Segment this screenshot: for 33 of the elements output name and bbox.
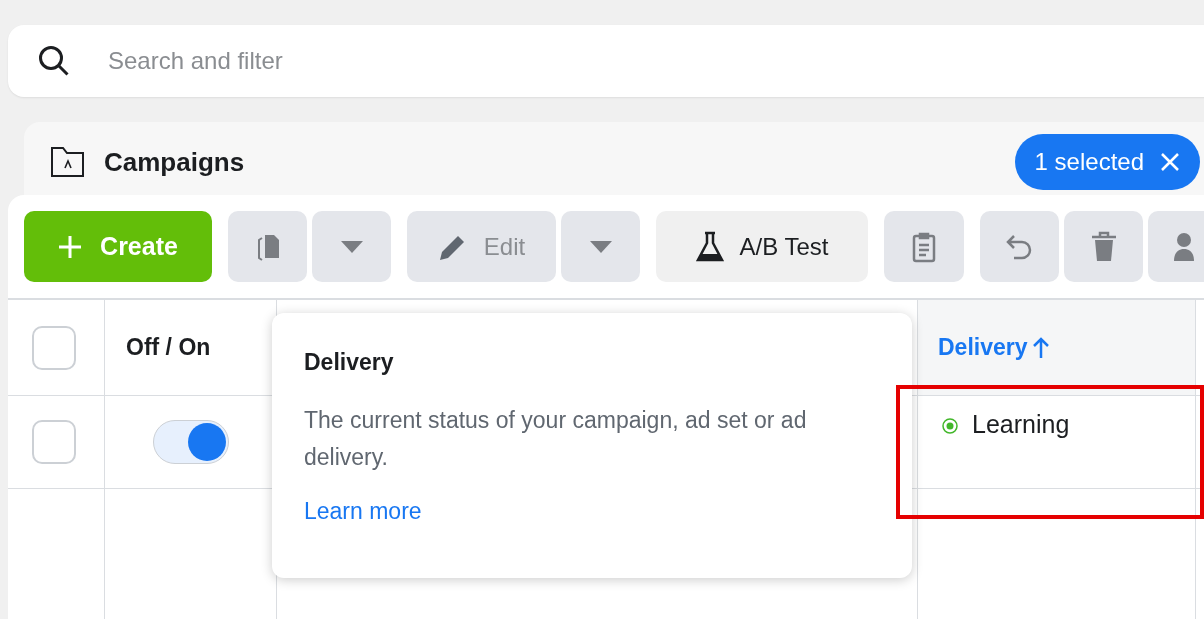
search-field[interactable]: Search and filter	[106, 46, 710, 76]
share-button[interactable]	[1148, 211, 1204, 282]
tooltip-text: The current status of your campaign, ad set or ad delivery.	[304, 406, 808, 472]
duplicate-button[interactable]	[228, 211, 307, 282]
dropdown-button[interactable]	[312, 211, 391, 282]
toggle-switch[interactable]	[153, 420, 229, 464]
create-button[interactable]: Create	[24, 211, 212, 282]
undo-icon	[1005, 233, 1034, 260]
flask-icon	[695, 230, 724, 263]
documents-icon	[255, 232, 280, 261]
status-dot-icon	[942, 418, 958, 434]
close-icon	[1160, 152, 1180, 172]
folder-icon	[50, 146, 86, 178]
panel-title: Campaigns	[104, 146, 245, 178]
caret-icon	[340, 240, 363, 253]
undo-button[interactable]	[980, 211, 1059, 282]
learn-more-link[interactable]: Learn more	[304, 498, 422, 525]
dropdown-button[interactable]	[561, 211, 640, 282]
tooltip-title: Delivery	[304, 349, 395, 376]
clipboard-icon	[912, 230, 936, 263]
delete-button[interactable]	[1064, 211, 1143, 282]
column-header[interactable]: Delivery	[938, 334, 1050, 361]
selection-chip[interactable]: 1 selected	[1014, 134, 1200, 190]
delivery-status: Learning	[972, 410, 1070, 439]
ab-test-button[interactable]: A/B Test	[656, 211, 868, 282]
column-header[interactable]: Off / On	[126, 334, 211, 361]
clipboard-button[interactable]	[884, 211, 964, 282]
plus-icon	[58, 234, 83, 259]
checkbox[interactable]	[32, 325, 76, 370]
trash-icon	[1089, 230, 1118, 263]
caret-icon	[589, 240, 612, 253]
sort-arrow-icon	[1031, 336, 1050, 359]
checkbox[interactable]	[32, 420, 76, 464]
